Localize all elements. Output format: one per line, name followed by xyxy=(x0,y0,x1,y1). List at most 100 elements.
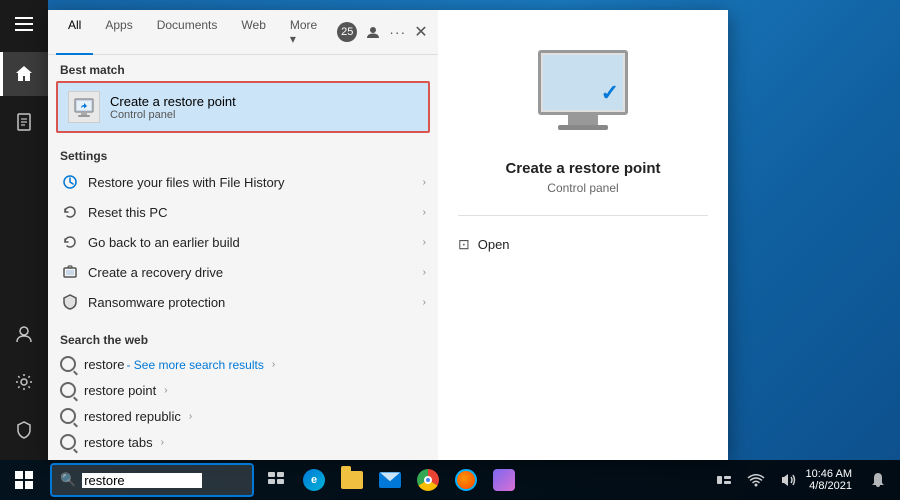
taskbar-chrome[interactable] xyxy=(412,460,444,500)
recovery-drive-icon xyxy=(60,262,80,282)
web-item-text-3: restore tabs xyxy=(84,435,153,450)
arrow-icon-0: › xyxy=(423,177,426,188)
person-icon xyxy=(14,324,34,344)
web-item-text-2: restored republic xyxy=(84,409,181,424)
ransomware-text: Ransomware protection xyxy=(88,295,415,310)
mail-icon xyxy=(379,472,401,488)
language-icon xyxy=(715,471,733,489)
best-match-text: Create a restore point Control panel xyxy=(110,94,236,121)
wifi-icon xyxy=(747,471,765,489)
best-match-label: Best match xyxy=(48,55,438,81)
taskbar-search-box[interactable]: 🔍 xyxy=(52,465,252,495)
sidebar-item-settings[interactable] xyxy=(0,360,48,404)
windows-logo xyxy=(15,471,33,489)
web-item-restored-republic[interactable]: restored republic › xyxy=(48,403,438,429)
search-icon-3 xyxy=(60,434,76,450)
search-count-area: 25 ··· ✕ xyxy=(329,10,435,54)
hamburger-menu[interactable] xyxy=(0,0,48,48)
taskbar-volume[interactable] xyxy=(774,460,802,500)
best-match-item[interactable]: Create a restore point Control panel xyxy=(56,81,430,133)
menu-content: Best match Create a restore point xyxy=(48,55,438,460)
best-match-subtitle: Control panel xyxy=(110,109,236,121)
web-arrow-0: › xyxy=(272,359,275,370)
start-button[interactable] xyxy=(0,460,48,500)
taskbar-wifi[interactable] xyxy=(742,460,770,500)
tab-all[interactable]: All xyxy=(56,10,93,54)
tab-web[interactable]: Web xyxy=(229,10,277,54)
sidebar-item-document[interactable] xyxy=(0,100,48,144)
taskbar-time[interactable]: 10:46 AM 4/8/2021 xyxy=(806,468,860,492)
home-icon xyxy=(14,64,34,84)
gear-icon xyxy=(14,372,34,392)
document-icon xyxy=(14,112,34,132)
search-count-badge: 25 xyxy=(337,22,357,42)
notification-icon xyxy=(870,472,886,488)
menu-item-ransomware[interactable]: Ransomware protection › xyxy=(48,287,438,317)
search-icon-1 xyxy=(60,382,76,398)
firefox-icon xyxy=(455,469,477,491)
clock-date: 4/8/2021 xyxy=(806,480,852,492)
taskbar-search-input[interactable] xyxy=(82,473,202,488)
profile-icon xyxy=(365,24,381,40)
recovery-drive-text: Create a recovery drive xyxy=(88,265,415,280)
web-search-section: Search the web restore- See more search … xyxy=(48,321,438,460)
web-item-restore-point[interactable]: restore point › xyxy=(48,377,438,403)
store-icon xyxy=(493,469,515,491)
menu-left-panel: All Apps Documents Web More ▾ 25 ··· ✕ xyxy=(48,10,438,460)
tab-more[interactable]: More ▾ xyxy=(278,10,329,54)
earlier-build-icon xyxy=(60,232,80,252)
sidebar-item-person[interactable] xyxy=(0,312,48,356)
sidebar-item-home[interactable] xyxy=(0,52,48,96)
sidebar-item-security[interactable] xyxy=(0,408,48,452)
taskbar-store[interactable] xyxy=(488,460,520,500)
taskbar-language[interactable] xyxy=(710,460,738,500)
taskbar-right-area: 10:46 AM 4/8/2021 xyxy=(710,460,900,500)
reset-pc-text: Reset this PC xyxy=(88,205,415,220)
desktop: All Apps Documents Web More ▾ 25 ··· ✕ xyxy=(0,0,900,500)
taskbar-file-explorer[interactable] xyxy=(336,460,368,500)
web-search-label: Search the web xyxy=(48,325,438,351)
preview-open-action[interactable]: ⊡ Open xyxy=(458,232,708,257)
hamburger-icon xyxy=(15,17,33,31)
volume-icon xyxy=(779,471,797,489)
search-icon-2 xyxy=(60,408,76,424)
ransomware-icon xyxy=(60,292,80,312)
taskbar-search-icon: 🔍 xyxy=(60,472,76,488)
taskbar-firefox[interactable] xyxy=(450,460,482,500)
taskbar: 🔍 e xyxy=(0,460,900,500)
taskbar-edge[interactable]: e xyxy=(298,460,330,500)
arrow-icon-3: › xyxy=(423,267,426,278)
file-history-icon xyxy=(60,172,80,192)
preview-title: Create a restore point xyxy=(505,160,660,177)
folder-icon xyxy=(341,471,363,489)
web-item-text-0: restore- See more search results xyxy=(84,357,264,372)
checkmark-icon: ✓ xyxy=(601,80,619,106)
restore-point-icon xyxy=(73,96,95,118)
edge-icon: e xyxy=(303,469,325,491)
task-view-icon xyxy=(266,470,286,490)
taskbar-task-view[interactable] xyxy=(260,460,292,500)
arrow-icon-4: › xyxy=(423,297,426,308)
web-item-restore[interactable]: restore- See more search results › xyxy=(48,351,438,377)
menu-item-earlier-build[interactable]: Go back to an earlier build › xyxy=(48,227,438,257)
web-arrow-2: › xyxy=(189,411,192,422)
close-icon[interactable]: ✕ xyxy=(414,22,427,42)
monitor-base xyxy=(558,125,608,130)
clock-time: 10:46 AM xyxy=(806,468,852,480)
menu-tabs: All Apps Documents Web More ▾ 25 ··· ✕ xyxy=(48,10,438,55)
menu-item-file-history[interactable]: Restore your files with File History › xyxy=(48,167,438,197)
reset-pc-icon xyxy=(60,202,80,222)
ellipsis-icon[interactable]: ··· xyxy=(389,24,406,40)
sidebar xyxy=(0,0,48,460)
web-item-restore-tabs[interactable]: restore tabs › xyxy=(48,429,438,455)
settings-section: Settings Restore your files with File Hi… xyxy=(48,137,438,321)
tab-apps[interactable]: Apps xyxy=(93,10,144,54)
preview-divider xyxy=(458,215,708,216)
menu-item-recovery-drive[interactable]: Create a recovery drive › xyxy=(48,257,438,287)
sidebar-bottom xyxy=(0,312,48,460)
taskbar-mail[interactable] xyxy=(374,460,406,500)
taskbar-notification[interactable] xyxy=(864,460,892,500)
file-history-text: Restore your files with File History xyxy=(88,175,415,190)
menu-item-reset-pc[interactable]: Reset this PC › xyxy=(48,197,438,227)
tab-documents[interactable]: Documents xyxy=(145,10,230,54)
